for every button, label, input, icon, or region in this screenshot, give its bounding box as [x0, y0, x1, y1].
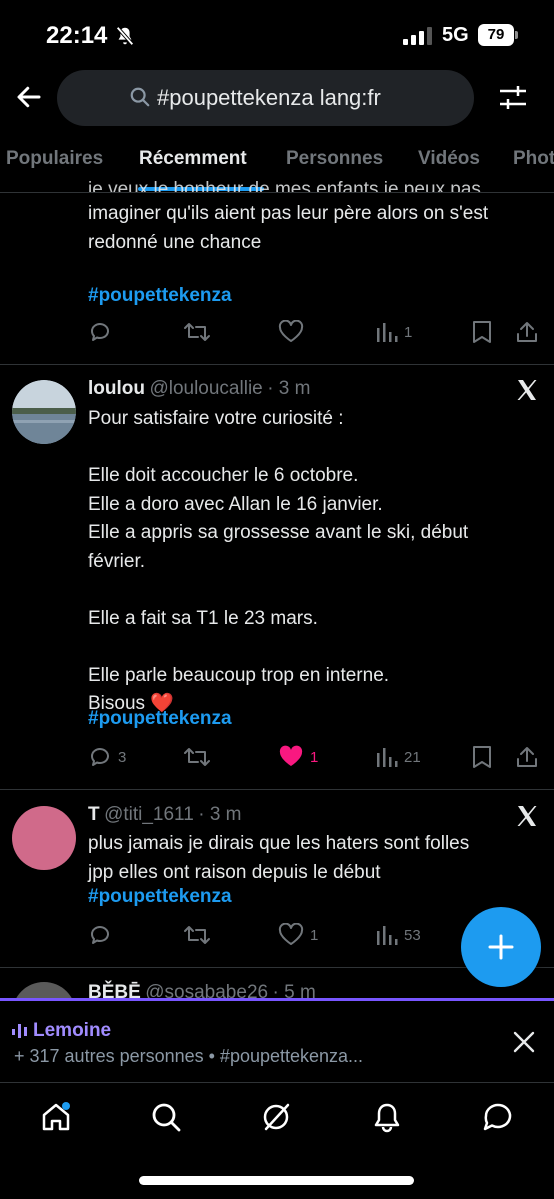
reply-icon	[91, 748, 109, 766]
space-listeners: + 317 autres personnes • #poupettekenza.…	[14, 1046, 364, 1066]
search-icon[interactable]	[150, 1101, 182, 1133]
views-button[interactable]: 53	[376, 923, 421, 947]
tweet-hashtag[interactable]: #poupettekenza	[88, 285, 232, 307]
reply-button[interactable]	[88, 923, 112, 947]
x-logo-icon	[517, 380, 537, 400]
like-button[interactable]	[278, 320, 304, 344]
heart-icon	[278, 923, 304, 945]
retweet-icon	[184, 748, 210, 766]
compose-button[interactable]	[461, 907, 541, 987]
tab-videos[interactable]: Vidéos	[418, 148, 480, 170]
tweet-hashtag[interactable]: #poupettekenza	[88, 708, 232, 730]
divider	[0, 192, 554, 193]
audio-bars-icon	[12, 1024, 27, 1038]
reply-count: 3	[118, 748, 127, 766]
status-bar: 22:14 5G 79	[0, 0, 554, 70]
grok-icon[interactable]	[260, 1101, 292, 1133]
heart-filled-icon	[279, 745, 303, 766]
reply-button[interactable]: 3	[88, 745, 126, 769]
views-count: 1	[404, 323, 413, 341]
home-icon[interactable]	[40, 1101, 72, 1133]
retweet-icon	[184, 926, 210, 944]
tab-recemment[interactable]: Récemment	[139, 148, 247, 170]
back-arrow-icon[interactable]	[14, 82, 44, 112]
home-indicator	[139, 1176, 414, 1185]
views-icon	[377, 926, 398, 945]
plus-icon	[488, 934, 514, 960]
author-handle[interactable]: @titi_1611	[104, 804, 194, 825]
tweet-text: Pour satisfaire votre curiosité : Elle d…	[88, 408, 469, 714]
tab-populaires[interactable]: Populaires	[6, 148, 103, 170]
share-icon	[517, 747, 537, 767]
share-button[interactable]	[515, 745, 539, 769]
signal-icon	[403, 27, 432, 45]
bookmark-button[interactable]	[471, 320, 493, 344]
like-count: 1	[310, 926, 319, 944]
tab-personnes[interactable]: Personnes	[286, 148, 383, 170]
share-icon	[517, 322, 537, 342]
filter-settings-icon[interactable]	[497, 82, 529, 114]
author-name[interactable]: T	[88, 804, 100, 825]
bookmark-icon	[473, 746, 491, 768]
spaces-bar[interactable]: Lemoine + 317 autres personnes • #poupet…	[0, 998, 554, 1082]
close-icon[interactable]	[512, 1030, 536, 1054]
reply-button[interactable]	[88, 320, 112, 344]
reply-icon	[91, 926, 109, 944]
network-type: 5G	[442, 24, 469, 46]
views-count: 21	[404, 748, 421, 766]
retweet-icon	[184, 323, 210, 341]
tweet-hashtag[interactable]: #poupettekenza	[88, 886, 232, 908]
retweet-button[interactable]	[183, 320, 211, 344]
tab-photos[interactable]: Photos	[513, 148, 554, 170]
reply-icon	[91, 323, 109, 341]
search-query[interactable]: #poupettekenza lang:fr	[157, 85, 381, 111]
like-button[interactable]: 1	[278, 745, 318, 769]
bookmark-icon	[473, 321, 491, 343]
retweet-button[interactable]	[183, 923, 211, 947]
tweet-header: T @titi_1611 · 3 m	[88, 804, 242, 826]
share-button[interactable]	[515, 320, 539, 344]
tweet-text: plus jamais je dirais que les haters son…	[88, 833, 470, 883]
tweet-time: · 3 m	[198, 804, 242, 825]
views-count: 53	[404, 926, 421, 944]
views-button[interactable]: 21	[376, 745, 421, 769]
tweet-text: imaginer qu'ils aient pas leur père alor…	[88, 203, 489, 253]
notifications-icon[interactable]	[371, 1101, 403, 1133]
tweet-time: · 3 m	[267, 378, 311, 399]
divider	[0, 364, 554, 365]
heart-icon	[278, 320, 304, 342]
status-time: 22:14	[46, 22, 108, 49]
author-handle[interactable]: @louloucallie	[149, 378, 262, 399]
x-logo-icon	[517, 806, 537, 826]
space-host: Lemoine	[33, 1020, 112, 1041]
avatar[interactable]	[12, 380, 76, 444]
battery-indicator: 79	[478, 24, 518, 46]
divider	[0, 789, 554, 790]
views-icon	[377, 748, 398, 767]
tweet-header: loulou @louloucallie · 3 m	[88, 378, 310, 400]
bookmark-button[interactable]	[471, 745, 493, 769]
tweet-text-partial: je veux le bonheur de mes enfants je peu…	[88, 179, 481, 192]
like-count: 1	[310, 748, 319, 766]
retweet-button[interactable]	[183, 745, 211, 769]
silent-mode-icon	[116, 26, 134, 46]
avatar[interactable]	[12, 806, 76, 870]
search-icon	[130, 87, 150, 107]
views-icon	[377, 323, 398, 342]
messages-icon[interactable]	[481, 1101, 515, 1133]
search-input[interactable]: #poupettekenza lang:fr	[57, 70, 474, 126]
author-name[interactable]: loulou	[88, 378, 145, 399]
views-button[interactable]: 1	[376, 320, 412, 344]
like-button[interactable]: 1	[278, 923, 318, 947]
